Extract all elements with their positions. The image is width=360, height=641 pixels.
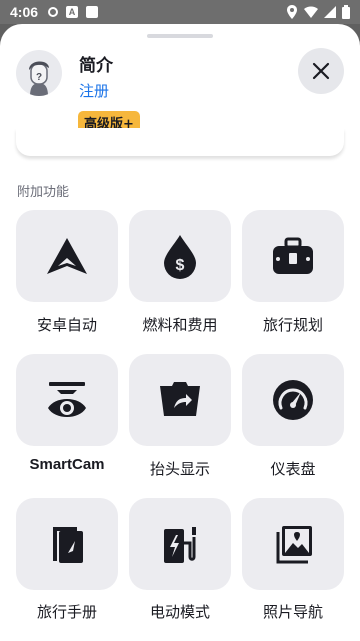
feature-tile-fuel[interactable]: $ [129, 210, 231, 302]
anonymous-user-icon: ? [29, 61, 49, 96]
feature-tile-trip-planning[interactable] [242, 210, 344, 302]
feature-label: 电动模式 [149, 603, 210, 621]
suitcase-icon [273, 237, 313, 274]
feature-tile-smartcam[interactable] [16, 354, 118, 446]
feature-tile-photo-nav[interactable] [242, 498, 344, 590]
feature-label: 旅行手册 [36, 603, 97, 621]
feature-tile-dashboard[interactable] [242, 354, 344, 446]
feature-tile-ev-mode[interactable] [129, 498, 231, 590]
svg-text:$: $ [176, 257, 185, 274]
drag-handle[interactable] [147, 34, 213, 38]
head-up-display-icon [160, 382, 200, 416]
location-icon [287, 5, 297, 19]
close-icon [312, 62, 330, 80]
battery-icon [342, 5, 350, 19]
section-label: 附加功能 [17, 185, 70, 200]
signal-icon [324, 6, 336, 18]
ev-charger-icon [164, 527, 196, 563]
svg-text:?: ? [36, 72, 42, 83]
notification-a-icon: A [66, 6, 79, 18]
photo-navigation-icon [276, 526, 312, 564]
feature-tile-android-auto[interactable] [16, 210, 118, 302]
status-time: 4:06 [10, 4, 39, 20]
feature-tile-travel-book[interactable] [16, 498, 118, 590]
smartcam-eye-icon [48, 382, 86, 417]
status-bar: 4:06 A [0, 0, 360, 24]
bottom-sheet: ? 简介 注册 高级版+ 附加功能 安卓自动 $ 燃料和费用 旅行规划 Smar… [0, 24, 360, 641]
feature-label: 安卓自动 [36, 316, 97, 334]
travel-book-icon [53, 527, 83, 563]
close-button[interactable] [298, 48, 344, 94]
feature-label: SmartCam [29, 456, 105, 473]
speedometer-icon [273, 380, 313, 420]
fuel-drop-icon: $ [164, 235, 196, 279]
feature-label: 旅行规划 [262, 316, 323, 334]
feature-tile-hud[interactable] [129, 354, 231, 446]
feature-label: 抬头显示 [149, 460, 210, 478]
feature-label: 仪表盘 [270, 460, 316, 478]
notification-dot-icon [48, 7, 59, 17]
notification-app-icon [86, 6, 99, 18]
avatar[interactable]: ? [16, 50, 62, 96]
feature-label: 燃料和费用 [142, 316, 218, 334]
register-link[interactable]: 注册 [79, 80, 109, 101]
feature-label: 照片导航 [262, 603, 323, 621]
android-auto-icon [47, 238, 87, 274]
profile-title: 简介 [79, 56, 113, 76]
wifi-icon [304, 6, 318, 18]
profile-card-bottom [16, 128, 344, 156]
